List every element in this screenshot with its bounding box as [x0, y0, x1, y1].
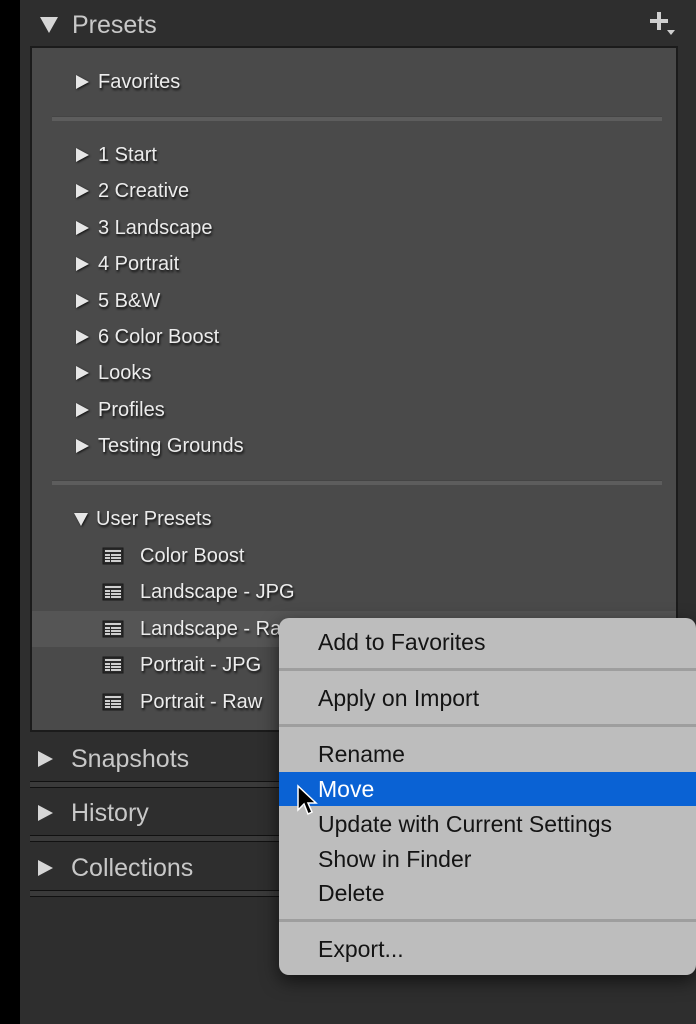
preset-icon	[102, 693, 124, 711]
collapsed-triangle-icon[interactable]	[76, 330, 89, 344]
folder-label: 5 B&W	[98, 289, 161, 312]
preset-icon	[102, 620, 124, 638]
folder-label: Favorites	[98, 70, 181, 93]
preset-folder[interactable]: 3 Landscape	[32, 210, 676, 246]
collapsed-triangle-icon[interactable]	[76, 366, 89, 380]
presets-section-header[interactable]: Presets	[20, 0, 696, 50]
menu-item-move[interactable]: Move	[279, 772, 696, 806]
preset-folder[interactable]: 2 Creative	[32, 173, 676, 209]
menu-item-rename[interactable]: Rename	[279, 737, 696, 771]
section-title: History	[71, 798, 149, 827]
preset-label: Landscape - Raw	[140, 617, 296, 640]
expanded-triangle-icon[interactable]	[20, 17, 72, 33]
preset-icon	[102, 583, 124, 601]
menu-item-add-to-favorites[interactable]: Add to Favorites	[279, 625, 696, 659]
section-title: Snapshots	[71, 744, 190, 773]
menu-item-apply-on-import[interactable]: Apply on Import	[279, 681, 696, 715]
preset-label: Color Boost	[140, 544, 245, 567]
collapsed-triangle-icon[interactable]	[76, 257, 89, 271]
collapsed-triangle-icon[interactable]	[38, 805, 53, 821]
menu-item-export[interactable]: Export...	[279, 932, 696, 966]
preset-folder[interactable]: 5 B&W	[32, 283, 676, 319]
presets-title: Presets	[72, 10, 157, 39]
section-title: Collections	[71, 853, 194, 882]
mouse-cursor-icon	[297, 784, 318, 816]
folder-label: Profiles	[98, 398, 165, 421]
divider	[52, 480, 662, 485]
menu-item-delete[interactable]: Delete	[279, 876, 696, 910]
preset-folder-favorites[interactable]: Favorites	[32, 64, 676, 100]
folder-label: Looks	[98, 361, 152, 384]
context-menu: Add to Favorites Apply on Import Rename …	[279, 618, 696, 975]
folder-label: 3 Landscape	[98, 216, 213, 239]
preset-icon	[102, 547, 124, 565]
folder-label: 1 Start	[98, 143, 157, 166]
collapsed-triangle-icon[interactable]	[76, 184, 89, 198]
divider	[52, 116, 662, 121]
expanded-triangle-icon[interactable]	[74, 512, 88, 526]
collapsed-triangle-icon[interactable]	[76, 439, 89, 453]
preset-item[interactable]: Color Boost	[32, 538, 676, 574]
menu-separator	[279, 668, 696, 671]
preset-folder[interactable]: 4 Portrait	[32, 246, 676, 282]
collapsed-triangle-icon[interactable]	[76, 294, 89, 308]
collapsed-triangle-icon[interactable]	[38, 860, 53, 876]
preset-item[interactable]: Landscape - JPG	[32, 574, 676, 610]
folder-label: 6 Color Boost	[98, 325, 220, 348]
preset-icon	[102, 656, 124, 674]
folder-label: Testing Grounds	[98, 434, 244, 457]
preset-folder[interactable]: 6 Color Boost	[32, 319, 676, 355]
folder-label: 2 Creative	[98, 179, 190, 202]
collapsed-triangle-icon[interactable]	[76, 221, 89, 235]
menu-item-update-with-current-settings[interactable]: Update with Current Settings	[279, 807, 696, 841]
collapsed-triangle-icon[interactable]	[76, 403, 89, 417]
collapsed-triangle-icon[interactable]	[76, 148, 89, 162]
collapsed-triangle-icon[interactable]	[76, 75, 89, 89]
preset-label: Landscape - JPG	[140, 580, 295, 603]
add-preset-button[interactable]	[650, 10, 678, 38]
preset-folder[interactable]: Testing Grounds	[32, 428, 676, 464]
folder-label: 4 Portrait	[98, 252, 180, 275]
collapsed-triangle-icon[interactable]	[38, 751, 53, 767]
menu-separator	[279, 919, 696, 922]
preset-folder[interactable]: Looks	[32, 355, 676, 391]
menu-item-show-in-finder[interactable]: Show in Finder	[279, 842, 696, 876]
preset-label: Portrait - JPG	[140, 653, 262, 676]
preset-folder-user-presets[interactable]: User Presets	[32, 501, 676, 537]
menu-separator	[279, 724, 696, 727]
folder-label: User Presets	[96, 507, 212, 530]
preset-folder[interactable]: Profiles	[32, 392, 676, 428]
preset-label: Portrait - Raw	[140, 690, 263, 713]
preset-folder[interactable]: 1 Start	[32, 137, 676, 173]
